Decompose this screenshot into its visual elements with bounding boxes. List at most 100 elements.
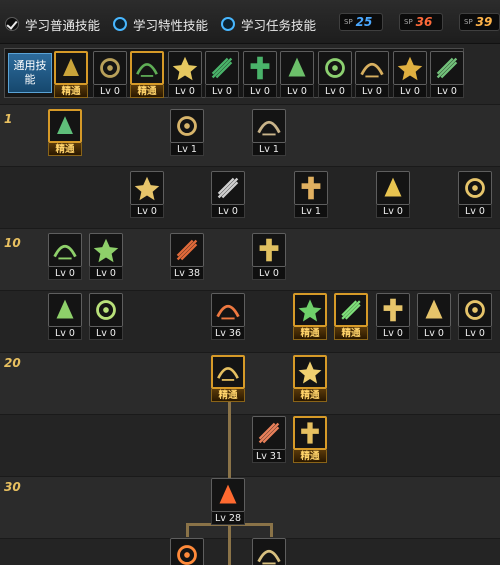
filter-quest-skills[interactable]: 学习任务技能 (221, 15, 316, 33)
skill-icon[interactable] (293, 293, 327, 327)
tree-connector (270, 523, 273, 537)
tree-skill-27[interactable] (252, 538, 286, 565)
tree-skill-12[interactable]: Lv 0 (252, 233, 286, 287)
skill-level-label: Lv 0 (280, 85, 314, 98)
skill-icon[interactable] (211, 293, 245, 327)
tree-skill-2[interactable]: Lv 1 (170, 109, 204, 163)
common-skill-3[interactable]: 精通 (130, 51, 164, 105)
skill-level-label: 精通 (211, 389, 245, 402)
skill-level-label: Lv 0 (89, 327, 123, 340)
common-skill-1-icon[interactable] (54, 51, 88, 85)
common-skill-10[interactable]: Lv 0 (393, 51, 427, 105)
skill-icon[interactable] (417, 293, 451, 327)
tree-skill-17[interactable]: 精通 (334, 293, 368, 347)
tree-skill-8[interactable]: Lv 0 (458, 171, 492, 225)
skill-icon[interactable] (89, 293, 123, 327)
skill-icon[interactable] (170, 109, 204, 143)
skill-icon[interactable] (48, 293, 82, 327)
tree-skill-24[interactable]: 精通 (293, 416, 327, 470)
filter-label: 学习任务技能 (241, 17, 317, 33)
common-skill-7[interactable]: Lv 0 (280, 51, 314, 105)
skill-icon[interactable] (376, 171, 410, 205)
common-skill-11[interactable]: Lv 0 (430, 51, 464, 105)
tree-skill-16[interactable]: 精通 (293, 293, 327, 347)
skill-icon[interactable] (334, 293, 368, 327)
filter-label: 学习特性技能 (133, 17, 209, 33)
common-skill-2[interactable]: Lv 0 (93, 51, 127, 105)
filter-normal-skills[interactable]: 学习普通技能 (5, 15, 100, 33)
skill-level-label: Lv 0 (93, 85, 127, 98)
sp-value: 25 (355, 15, 373, 29)
common-skill-9[interactable]: Lv 0 (355, 51, 389, 105)
skill-icon[interactable] (170, 233, 204, 267)
common-skill-7-icon[interactable] (280, 51, 314, 85)
common-skill-11-icon[interactable] (430, 51, 464, 85)
tree-skill-1[interactable]: 精通 (48, 109, 82, 163)
skill-icon[interactable] (211, 171, 245, 205)
tree-skill-18[interactable]: Lv 0 (376, 293, 410, 347)
common-skill-6[interactable]: Lv 0 (243, 51, 277, 105)
tree-skill-5[interactable]: Lv 0 (211, 171, 245, 225)
common-skill-9-icon[interactable] (355, 51, 389, 85)
checkbox-checked-icon[interactable] (5, 17, 19, 31)
radio-icon[interactable] (113, 17, 127, 31)
tree-skill-14[interactable]: Lv 0 (89, 293, 123, 347)
tree-skill-13[interactable]: Lv 0 (48, 293, 82, 347)
tree-skill-23[interactable]: Lv 31 (252, 416, 286, 470)
tree-skill-19[interactable]: Lv 0 (417, 293, 451, 347)
skill-icon[interactable] (211, 478, 245, 512)
tree-skill-9[interactable]: Lv 0 (48, 233, 82, 287)
tree-skill-26[interactable] (170, 538, 204, 565)
tree-skill-6[interactable]: Lv 1 (294, 171, 328, 225)
skill-icon[interactable] (293, 416, 327, 450)
skill-level-label: 精通 (48, 143, 82, 156)
skill-icon[interactable] (252, 538, 286, 565)
skill-icon[interactable] (211, 355, 245, 389)
skill-icon[interactable] (293, 355, 327, 389)
skill-icon[interactable] (376, 293, 410, 327)
skill-icon[interactable] (252, 109, 286, 143)
skill-icon[interactable] (48, 109, 82, 143)
common-skill-4-icon[interactable] (168, 51, 202, 85)
level-marker: 30 (4, 480, 21, 494)
common-skill-10-icon[interactable] (393, 51, 427, 85)
skill-icon[interactable] (252, 416, 286, 450)
tree-skill-4[interactable]: Lv 0 (130, 171, 164, 225)
common-skill-5[interactable]: Lv 0 (205, 51, 239, 105)
common-skill-5-icon[interactable] (205, 51, 239, 85)
radio-icon[interactable] (221, 17, 235, 31)
skill-level-label: 精通 (130, 85, 164, 98)
skill-icon[interactable] (294, 171, 328, 205)
skill-level-label: Lv 0 (205, 85, 239, 98)
skill-icon[interactable] (130, 171, 164, 205)
tree-skill-15[interactable]: Lv 36 (211, 293, 245, 347)
skill-icon[interactable] (48, 233, 82, 267)
level-marker: 20 (4, 356, 21, 370)
tree-skill-22[interactable]: 精通 (293, 355, 327, 409)
skill-level-label: Lv 0 (393, 85, 427, 98)
skill-level-label: Lv 0 (130, 205, 164, 218)
common-skill-6-icon[interactable] (243, 51, 277, 85)
skill-level-label: 精通 (293, 327, 327, 340)
common-skill-2-icon[interactable] (93, 51, 127, 85)
tree-skill-25[interactable]: Lv 28 (211, 478, 245, 532)
skill-icon[interactable] (252, 233, 286, 267)
tree-skill-20[interactable]: Lv 0 (458, 293, 492, 347)
skill-icon[interactable] (458, 171, 492, 205)
filter-trait-skills[interactable]: 学习特性技能 (113, 15, 208, 33)
common-skill-8[interactable]: Lv 0 (318, 51, 352, 105)
skill-icon[interactable] (170, 538, 204, 565)
tree-skill-3[interactable]: Lv 1 (252, 109, 286, 163)
tree-skill-7[interactable]: Lv 0 (376, 171, 410, 225)
tree-skill-10[interactable]: Lv 0 (89, 233, 123, 287)
skill-icon[interactable] (89, 233, 123, 267)
skill-level-label: Lv 0 (458, 205, 492, 218)
skill-icon[interactable] (458, 293, 492, 327)
tree-skill-21[interactable]: 精通 (211, 355, 245, 409)
common-skill-1[interactable]: 精通 (54, 51, 88, 105)
common-skill-4[interactable]: Lv 0 (168, 51, 202, 105)
common-skill-3-icon[interactable] (130, 51, 164, 85)
tree-skill-11[interactable]: Lv 38 (170, 233, 204, 287)
common-skill-8-icon[interactable] (318, 51, 352, 85)
skill-level-label: Lv 0 (376, 205, 410, 218)
